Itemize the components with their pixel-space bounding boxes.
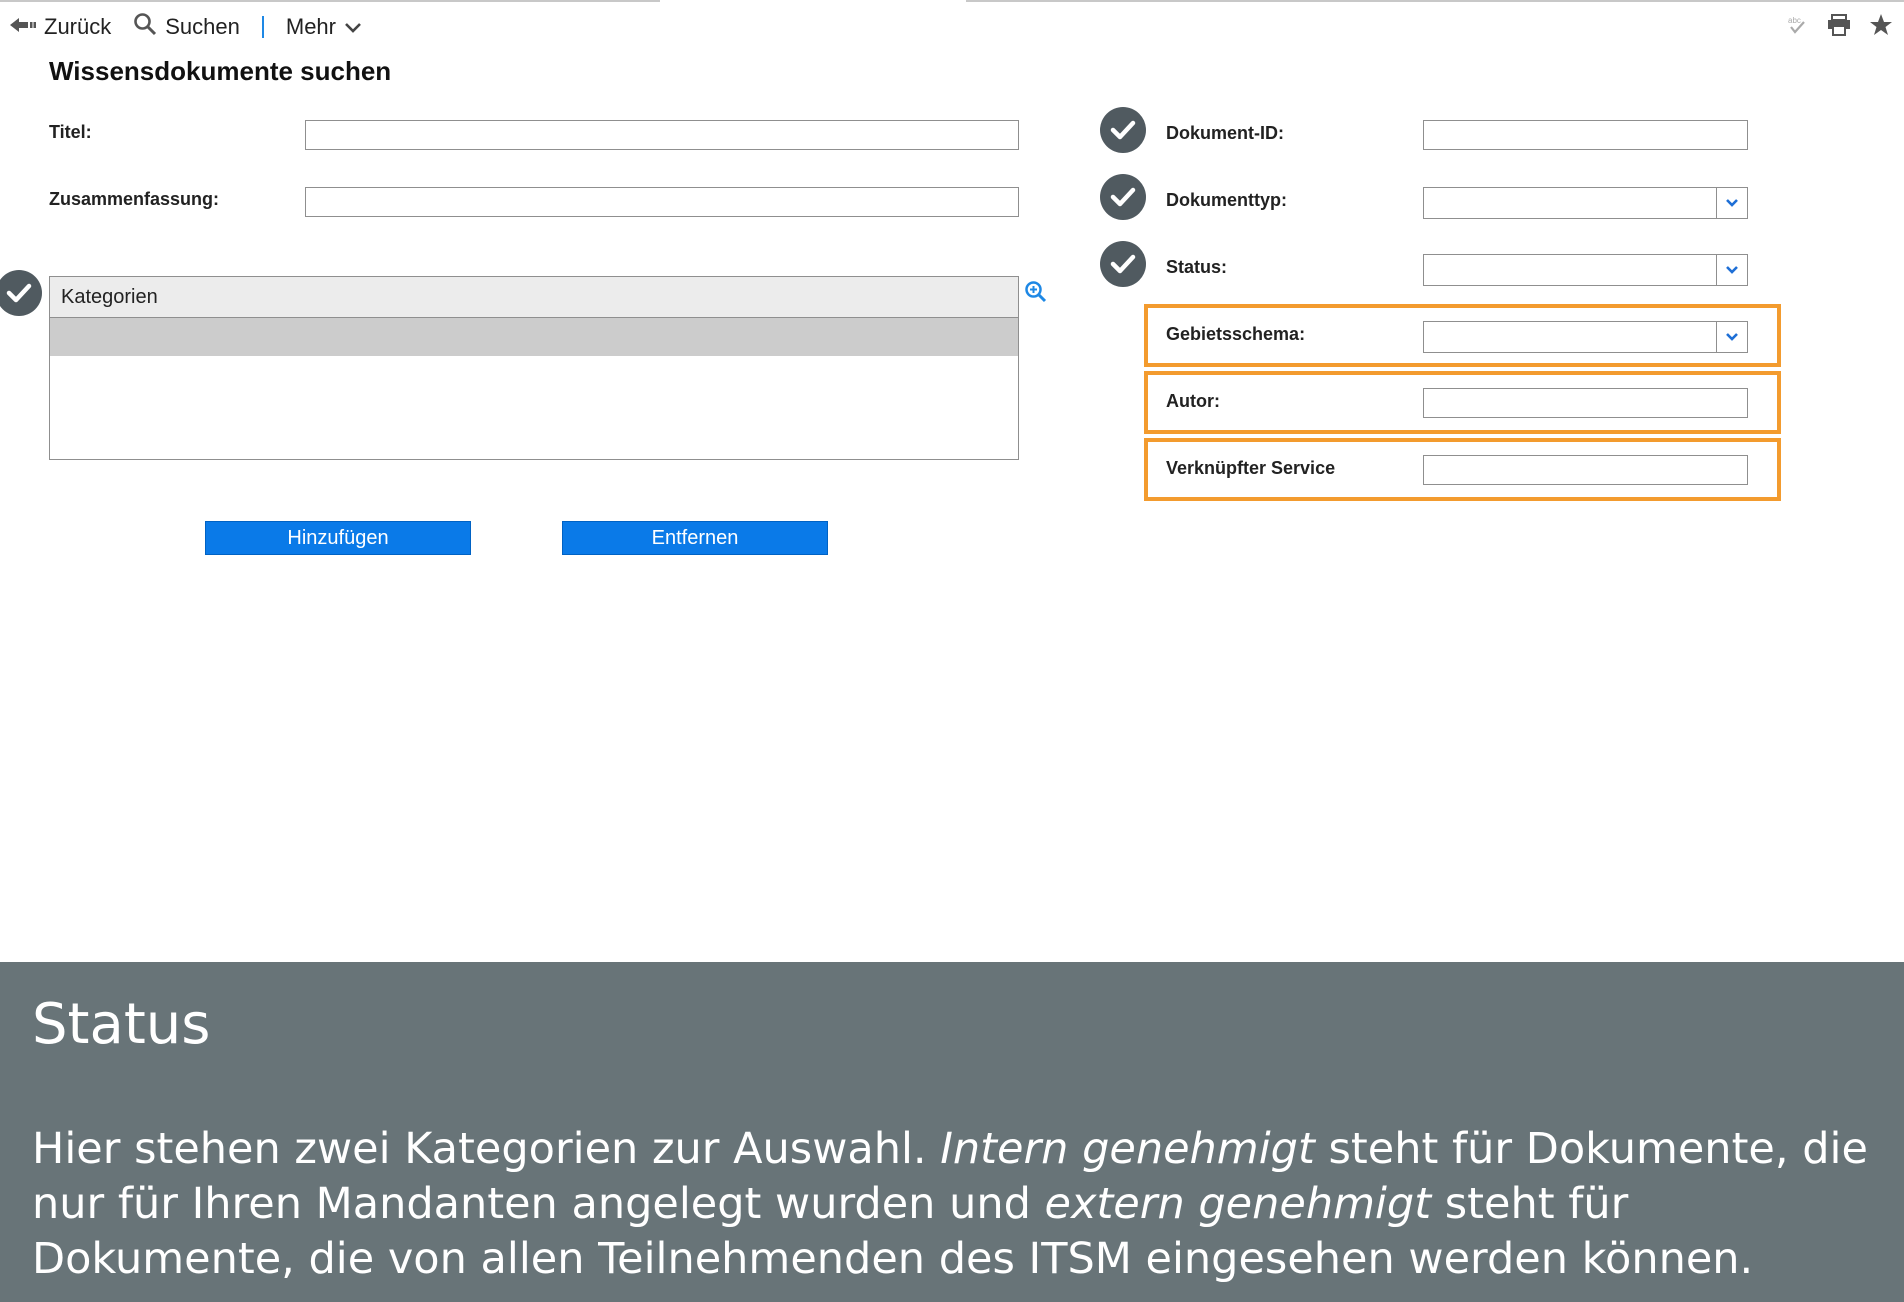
remove-button[interactable]: Entfernen: [562, 521, 828, 555]
search-label: Suchen: [165, 14, 240, 39]
categories-selected-row[interactable]: [50, 318, 1018, 356]
check-badge-doc-id: [1100, 107, 1146, 153]
search-icon: [133, 12, 157, 42]
toolbar-right-icons: abc: [1784, 12, 1894, 38]
spellcheck-icon[interactable]: abc: [1784, 12, 1810, 38]
chevron-down-icon: [1726, 199, 1738, 207]
chevron-down-icon: [1726, 266, 1738, 274]
title-input[interactable]: [305, 120, 1019, 150]
summary-label: Zusammenfassung:: [49, 189, 220, 209]
locale-select[interactable]: [1423, 321, 1748, 353]
author-input[interactable]: [1423, 388, 1748, 418]
caption-emphasis-internal: Intern genehmigt: [940, 1124, 1315, 1174]
check-badge-categories: [0, 270, 42, 316]
locale-label: Gebietsschema:: [1166, 324, 1306, 344]
caption-body: Hier stehen zwei Kategorien zur Auswahl.…: [32, 1122, 1882, 1287]
summary-input[interactable]: [305, 187, 1019, 217]
dropdown-arrow[interactable]: [1716, 255, 1747, 285]
linked-service-label: Verknüpfter Service: [1166, 458, 1336, 478]
more-label: Mehr: [285, 14, 336, 39]
chevron-down-icon: [1726, 333, 1738, 341]
page: Zurück Suchen Mehr abc Wissensdokumente …: [0, 0, 1904, 1302]
checkmark-icon: [1110, 120, 1136, 140]
linked-service-input[interactable]: [1423, 455, 1748, 485]
status-label: Status:: [1166, 257, 1228, 277]
svg-text:abc: abc: [1788, 16, 1801, 25]
more-menu-button[interactable]: Mehr: [286, 14, 362, 40]
caption-emphasis-external: extern genehmigt: [1044, 1179, 1432, 1229]
star-icon[interactable]: [1868, 12, 1894, 38]
chevron-down-icon: [344, 14, 362, 40]
back-arrow-icon: [10, 14, 36, 40]
doc-id-input[interactable]: [1423, 120, 1748, 150]
caption-title: Status: [32, 992, 211, 1057]
status-select[interactable]: [1423, 254, 1748, 286]
check-badge-status: [1100, 241, 1146, 287]
top-divider-left: [0, 0, 660, 2]
checkmark-icon: [6, 283, 32, 303]
author-label: Autor:: [1166, 391, 1220, 411]
back-label: Zurück: [44, 14, 112, 39]
add-button[interactable]: Hinzufügen: [205, 521, 471, 555]
doc-type-select[interactable]: [1423, 187, 1748, 219]
dropdown-arrow[interactable]: [1716, 188, 1747, 218]
doc-type-label: Dokumenttyp:: [1166, 190, 1287, 210]
back-button[interactable]: Zurück: [10, 14, 111, 40]
check-badge-doc-type: [1100, 174, 1146, 220]
caption-panel: Status Hier stehen zwei Kategorien zur A…: [0, 962, 1904, 1302]
doc-id-label: Dokument-ID:: [1166, 123, 1284, 143]
title-label: Titel:: [49, 122, 92, 142]
zoom-search-icon[interactable]: [1024, 280, 1048, 309]
categories-header: Kategorien: [50, 277, 1018, 318]
page-title: Wissensdokumente suchen: [49, 56, 392, 86]
print-icon[interactable]: [1826, 12, 1852, 38]
toolbar: Zurück Suchen Mehr: [10, 10, 384, 44]
caption-text-1: Hier stehen zwei Kategorien zur Auswahl.: [32, 1124, 941, 1174]
checkmark-icon: [1110, 187, 1136, 207]
top-divider-right: [966, 0, 1904, 2]
checkmark-icon: [1110, 254, 1136, 274]
toolbar-separator: [261, 16, 264, 38]
dropdown-arrow[interactable]: [1716, 322, 1747, 352]
categories-list[interactable]: Kategorien: [49, 276, 1019, 460]
search-button[interactable]: Suchen: [133, 12, 240, 42]
